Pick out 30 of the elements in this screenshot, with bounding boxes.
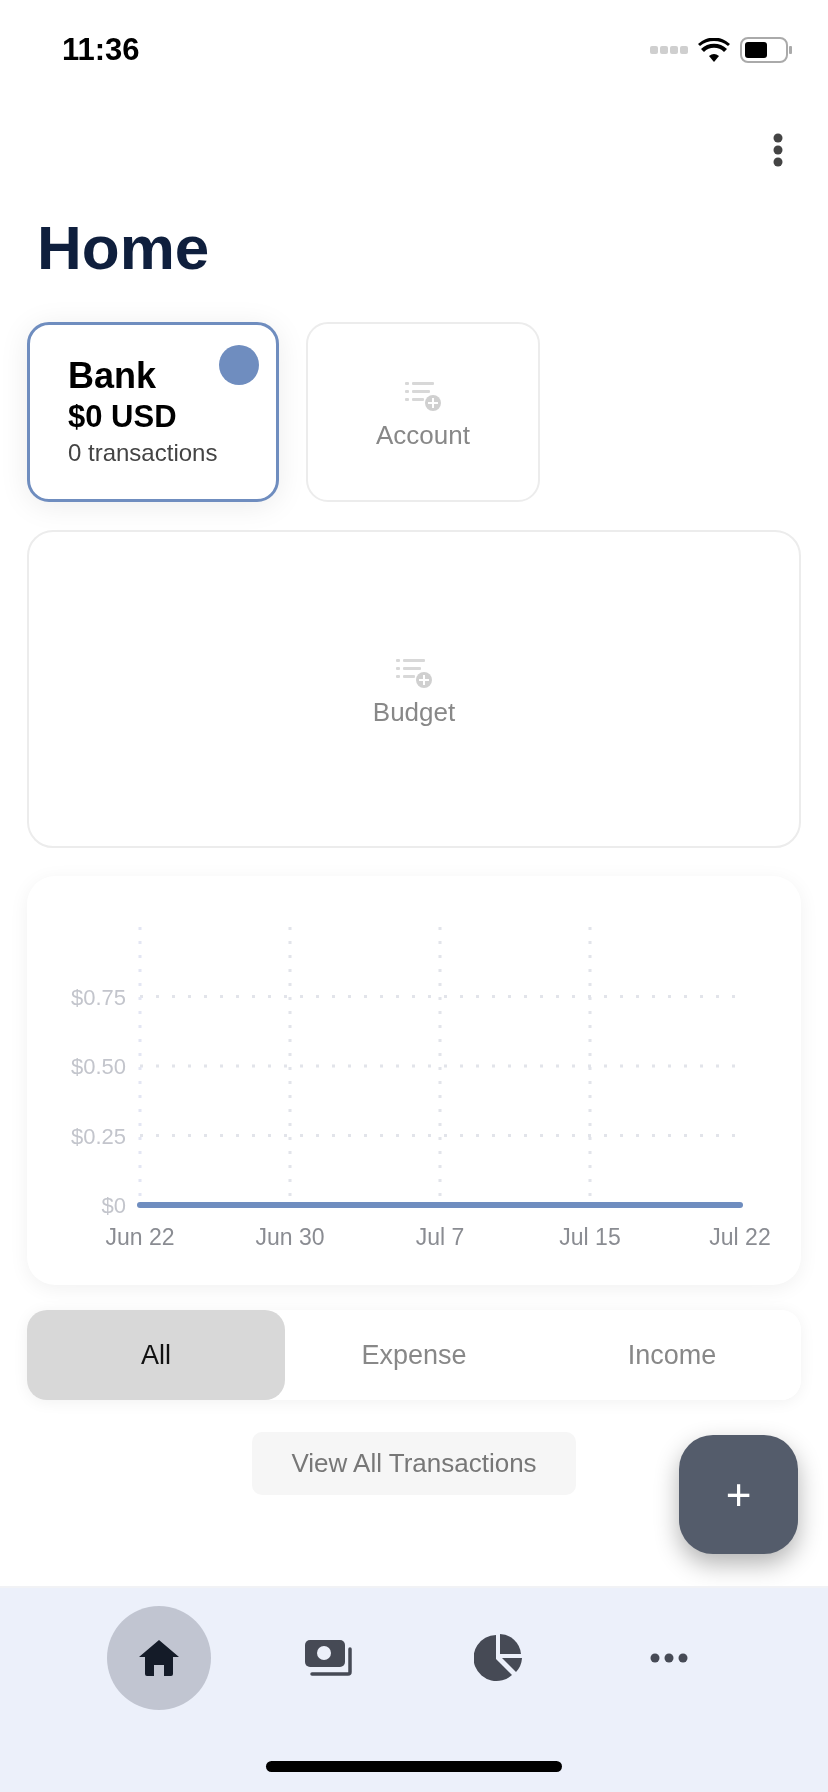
x-axis-label: Jul 22 <box>709 1224 771 1250</box>
page-title: Home <box>37 212 210 284</box>
x-axis-label: Jun 22 <box>105 1224 175 1250</box>
list-add-icon <box>394 656 434 689</box>
pie-chart-icon <box>474 1633 524 1683</box>
view-all-button[interactable]: View All Transactions <box>252 1432 576 1495</box>
new-account-button[interactable]: Account <box>306 322 540 502</box>
y-axis-label: $0.75 <box>70 984 126 1010</box>
battery-icon <box>740 37 792 63</box>
menu-icon <box>773 133 783 167</box>
new-budget-button[interactable]: Budget <box>27 530 801 848</box>
x-axis-label: Jul 15 <box>559 1224 621 1250</box>
account-balance: $0 USD <box>68 398 178 436</box>
list-add-icon <box>403 379 443 412</box>
wifi-icon <box>698 38 730 62</box>
y-axis-label: $0.25 <box>70 1123 126 1149</box>
transaction-count: 0 transactions <box>68 438 219 468</box>
x-axis-label: Jul 7 <box>415 1224 465 1250</box>
account-name: Bank <box>68 355 158 397</box>
filter-tab[interactable]: All <box>27 1310 285 1400</box>
signal-icon <box>650 46 688 54</box>
x-axis-label: Jun 30 <box>255 1224 325 1250</box>
y-axis-label: $0.50 <box>70 1054 126 1079</box>
bank-account-card[interactable]: Bank $0 USD 0 transactions <box>27 322 279 502</box>
y-axis-label: $0 <box>101 1193 126 1218</box>
status-time: 11:36 <box>62 30 140 69</box>
cash-icon <box>304 1639 354 1677</box>
add-transaction-button[interactable]: + <box>679 1435 798 1554</box>
home-icon <box>138 1639 180 1677</box>
more-icon <box>650 1653 688 1663</box>
